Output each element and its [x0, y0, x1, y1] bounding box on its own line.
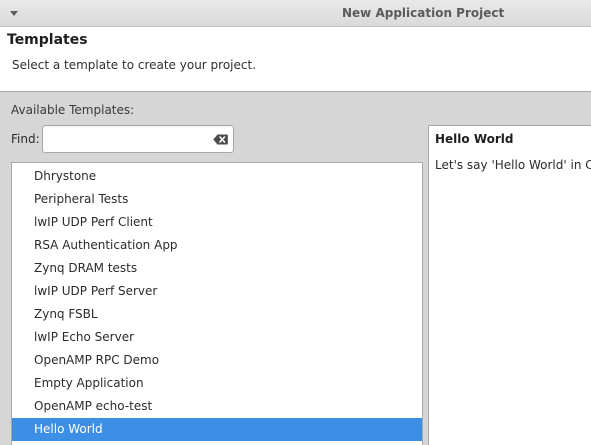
template-item[interactable]: lwIP UDP Perf Server: [12, 280, 422, 303]
chevron-down-icon[interactable]: [7, 8, 21, 20]
find-input[interactable]: [42, 125, 234, 153]
template-item[interactable]: RSA Authentication App: [12, 234, 422, 257]
template-item[interactable]: OpenAMP echo-test: [12, 395, 422, 418]
find-label: Find:: [11, 132, 40, 146]
template-item[interactable]: OpenAMP RPC Demo: [12, 349, 422, 372]
template-description-title: Hello World: [435, 132, 514, 146]
page-title: Templates: [7, 32, 88, 48]
page-description: Select a template to create your project…: [12, 58, 257, 72]
template-item[interactable]: lwIP UDP Perf Client: [12, 211, 422, 234]
template-item[interactable]: lwIP Echo Server: [12, 326, 422, 349]
available-templates-label: Available Templates:: [11, 103, 135, 117]
clear-text-icon[interactable]: [213, 134, 228, 145]
window-title: New Application Project: [342, 6, 505, 20]
template-description-text: Let's say 'Hello World' in C.: [435, 158, 591, 172]
template-item[interactable]: Zynq FSBL: [12, 303, 422, 326]
templates-list[interactable]: Dhrystone Peripheral Tests lwIP UDP Perf C…: [11, 162, 423, 445]
template-item[interactable]: Empty Application: [12, 372, 422, 395]
template-item[interactable]: Hello World: [12, 418, 422, 441]
window-titlebar: New Application Project: [0, 0, 591, 27]
template-item[interactable]: Peripheral Tests: [12, 188, 422, 211]
template-description-panel: Hello World Let's say 'Hello World' in C…: [428, 125, 591, 445]
template-item[interactable]: Zynq DRAM tests: [12, 257, 422, 280]
template-item[interactable]: Dhrystone: [12, 165, 422, 188]
wizard-header: Templates Select a template to create yo…: [0, 27, 591, 92]
